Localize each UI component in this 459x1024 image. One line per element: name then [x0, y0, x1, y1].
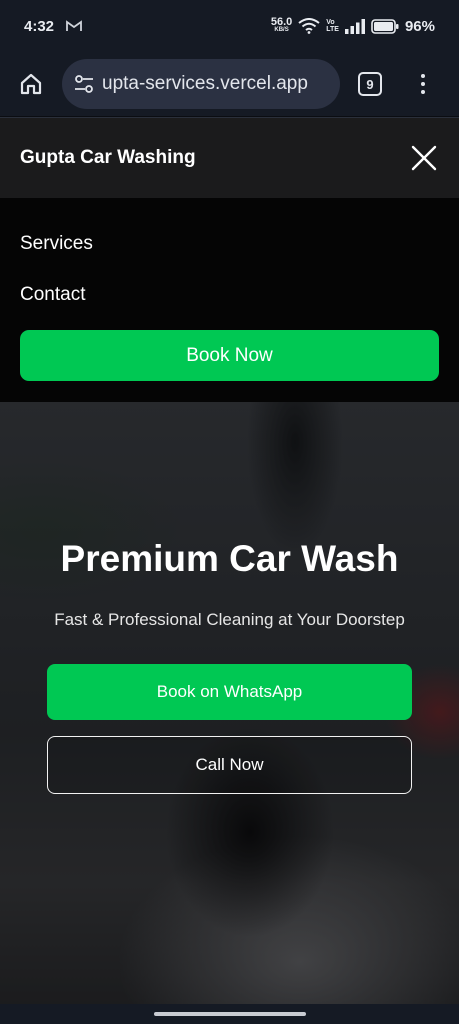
- tab-count: 9: [366, 76, 374, 92]
- more-vert-icon[interactable]: [418, 74, 428, 94]
- hero-title: Premium Car Wash: [60, 538, 399, 579]
- status-time: 4:32: [24, 17, 55, 35]
- battery-percent: 96%: [404, 17, 435, 35]
- hero-section: Premium Car Wash Fast & Professional Cle…: [0, 402, 459, 1004]
- volte-indicator: Vo LTE: [326, 19, 339, 33]
- gesture-handle[interactable]: [153, 1012, 306, 1016]
- book-on-whatsapp-button[interactable]: Book on WhatsApp: [47, 664, 412, 720]
- site-header: Gupta Car Washing: [0, 117, 459, 198]
- signal-icon: [344, 18, 365, 34]
- net-speed-unit: KB/S: [274, 27, 289, 33]
- wifi-icon: [298, 18, 320, 34]
- gesture-nav-bar: [0, 1004, 459, 1024]
- status-bar: 4:32 56.0 KB/S Vo LTE 96%: [0, 0, 459, 52]
- hero-subtitle: Fast & Professional Cleaning at Your Doo…: [54, 610, 405, 629]
- close-icon: [411, 145, 437, 171]
- tabs-button[interactable]: 9: [358, 72, 382, 96]
- battery-icon: [371, 18, 399, 34]
- address-bar[interactable]: upta-services.vercel.app: [62, 59, 340, 109]
- net-speed-value: 56.0: [270, 16, 293, 28]
- tune-icon[interactable]: [74, 74, 94, 94]
- volte-bottom: LTE: [326, 26, 339, 33]
- book-now-button[interactable]: Book Now: [20, 330, 439, 381]
- close-menu-button[interactable]: [409, 143, 439, 173]
- status-indicators: 56.0 KB/S Vo LTE 96%: [270, 16, 435, 35]
- volte-top: Vo: [326, 19, 335, 26]
- home-button[interactable]: [14, 67, 48, 101]
- call-now-button[interactable]: Call Now: [47, 736, 412, 794]
- gmail-icon: [66, 20, 82, 31]
- browser-toolbar: upta-services.vercel.app 9: [0, 52, 459, 116]
- home-icon: [20, 73, 42, 95]
- menu-link-services[interactable]: Services: [20, 218, 439, 269]
- mobile-menu: Services Contact Book Now: [0, 198, 459, 402]
- menu-link-contact[interactable]: Contact: [20, 269, 439, 320]
- url-text[interactable]: upta-services.vercel.app: [102, 73, 308, 95]
- brand-name[interactable]: Gupta Car Washing: [20, 147, 196, 169]
- net-speed: 56.0 KB/S: [270, 16, 293, 34]
